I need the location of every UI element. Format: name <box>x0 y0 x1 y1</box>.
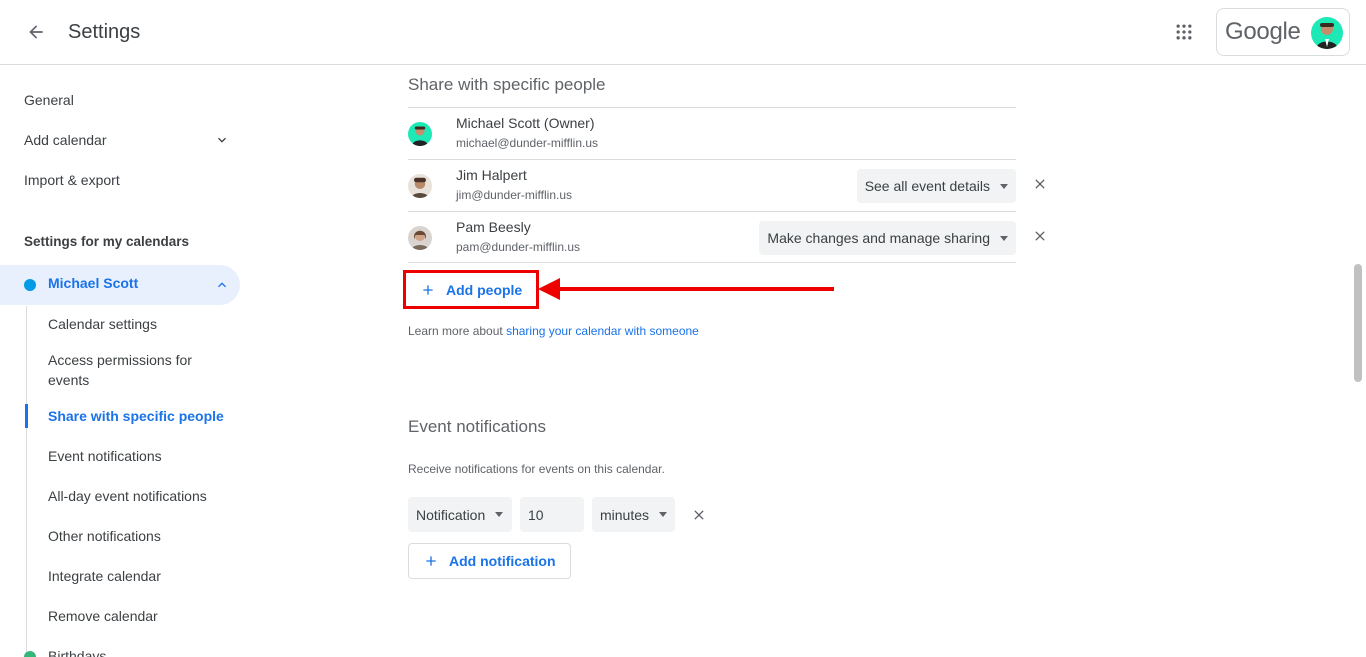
sidebar-item-event-notifications[interactable]: Event notifications <box>48 446 228 466</box>
google-logo: Google <box>1225 18 1301 45</box>
chevron-down-icon <box>218 137 226 143</box>
permission-select[interactable]: See all event details <box>856 169 1016 203</box>
close-icon <box>694 510 704 520</box>
sidebar-item-calendar-settings[interactable]: Calendar settings <box>48 314 228 334</box>
sidebar-item-integrate-calendar[interactable]: Integrate calendar <box>48 566 228 586</box>
plus-icon <box>426 556 436 566</box>
person-name: Pam Beesly <box>456 219 531 235</box>
learn-more-text: Learn more about sharing your calendar w… <box>408 324 699 338</box>
sidebar-section-heading: Settings for my calendars <box>24 234 190 249</box>
share-section-title: Share with specific people <box>408 75 606 94</box>
person-name: Michael Scott (Owner) <box>456 115 595 131</box>
notification-type-value: Notification <box>416 506 486 523</box>
permission-value: Make changes and manage sharing <box>767 230 990 246</box>
annotation-arrow-shaft <box>556 287 834 291</box>
birthdays-color-dot <box>24 651 36 657</box>
annotation-highlight-box <box>403 270 539 309</box>
apps-grid-icon <box>1176 24 1192 40</box>
person-name: Jim Halpert <box>456 167 527 183</box>
sidebar-item-label: Add calendar <box>24 132 107 148</box>
list-item: Pam Beesly pam@dunder-mifflin.us Make ch… <box>408 211 1016 263</box>
person-email: jim@dunder-mifflin.us <box>456 188 572 202</box>
calendar-color-dot <box>24 279 36 291</box>
person-email: pam@dunder-mifflin.us <box>456 240 581 254</box>
sidebar-calendar-birthdays[interactable]: Birthdays <box>48 646 228 657</box>
list-item: Michael Scott (Owner) michael@dunder-mif… <box>408 107 1016 159</box>
caret-down-icon <box>495 512 504 517</box>
add-notification-button[interactable]: Add notification <box>408 543 571 579</box>
submenu-rail <box>26 306 27 657</box>
caret-down-icon <box>659 512 668 517</box>
calendar-name: Michael Scott <box>48 275 139 291</box>
sidebar-item-access-permissions[interactable]: Access permissions for events <box>48 350 228 390</box>
list-item: Jim Halpert jim@dunder-mifflin.us See al… <box>408 159 1016 211</box>
remove-notification-button[interactable] <box>689 505 709 525</box>
account-switcher[interactable]: Google <box>1216 8 1350 56</box>
avatar <box>408 122 432 146</box>
caret-down-icon <box>1000 235 1008 241</box>
apps-button[interactable] <box>1168 16 1200 48</box>
back-button[interactable] <box>20 16 52 48</box>
avatar <box>408 174 432 198</box>
notification-type-select[interactable]: Notification <box>408 497 512 532</box>
arrow-back-icon <box>29 25 43 39</box>
notification-unit-value: minutes <box>600 506 650 523</box>
remove-person-button[interactable] <box>1030 174 1050 194</box>
permission-select[interactable]: Make changes and manage sharing <box>759 221 1016 255</box>
page-title: Settings <box>68 21 141 43</box>
avatar <box>408 226 432 250</box>
notifications-description: Receive notifications for events on this… <box>408 462 665 476</box>
remove-person-button[interactable] <box>1030 226 1050 246</box>
notification-unit-select[interactable]: minutes <box>592 497 675 532</box>
sidebar-item-remove-calendar[interactable]: Remove calendar <box>48 606 228 626</box>
sidebar-item-share-specific[interactable]: Share with specific people <box>48 406 228 426</box>
close-icon <box>1035 231 1045 241</box>
sidebar-item-import-export[interactable]: Import & export <box>24 170 120 190</box>
learn-more-link[interactable]: sharing your calendar with someone <box>506 324 699 338</box>
notification-amount-input[interactable]: 10 <box>520 497 584 532</box>
close-icon <box>1035 179 1045 189</box>
annotation-arrow-head <box>538 278 560 300</box>
chevron-up-icon <box>218 282 226 288</box>
sidebar-item-allday-notifications[interactable]: All-day event notifications <box>48 486 228 506</box>
settings-sidebar: General Add calendar Import & export Set… <box>0 66 250 657</box>
active-indicator <box>25 404 28 428</box>
notification-amount-value: 10 <box>528 506 544 523</box>
sidebar-item-other-notifications[interactable]: Other notifications <box>48 526 228 546</box>
person-email: michael@dunder-mifflin.us <box>456 136 599 150</box>
share-people-list: Michael Scott (Owner) michael@dunder-mif… <box>408 107 1016 263</box>
top-bar: Settings Google <box>0 0 1366 65</box>
sidebar-item-add-calendar[interactable]: Add calendar <box>24 130 234 150</box>
caret-down-icon <box>1000 183 1008 189</box>
account-avatar <box>1311 17 1343 49</box>
permission-value: See all event details <box>864 178 990 194</box>
page-scrollbar[interactable] <box>1354 264 1362 382</box>
sidebar-item-general[interactable]: General <box>24 90 74 110</box>
sidebar-calendar-michael-scott[interactable]: Michael Scott <box>0 265 240 305</box>
learn-more-prefix: Learn more about <box>408 324 507 338</box>
notifications-section-title: Event notifications <box>408 417 546 436</box>
add-notification-label: Add notification <box>449 553 556 569</box>
